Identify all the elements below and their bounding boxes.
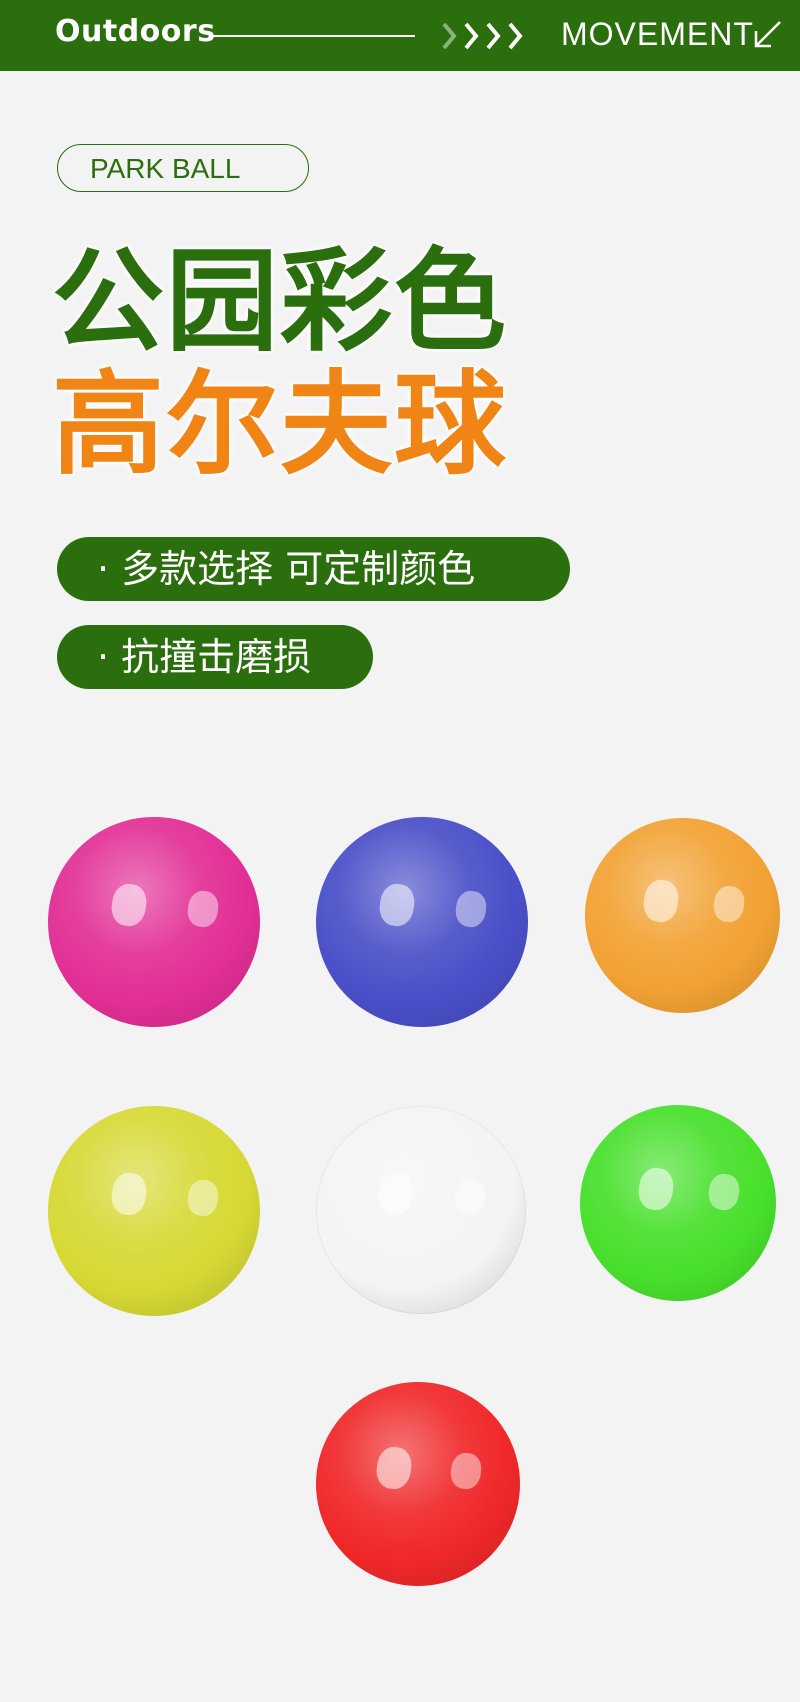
feature-pill: · 抗撞击磨损: [57, 625, 373, 689]
ball-pink: [48, 817, 260, 1027]
badge-label: PARK BALL: [90, 153, 241, 184]
title-line-1: 公园彩色: [52, 237, 508, 367]
ball-yellow-green: [48, 1106, 260, 1316]
ball-green: [580, 1105, 776, 1301]
ball-red: [316, 1382, 520, 1586]
arrow-down-left-icon: [754, 21, 781, 48]
feature-pill: · 多款选择 可定制颜色: [57, 537, 570, 601]
title-line-2: 高尔夫球: [52, 360, 508, 490]
header-bar: Outdoors MOVEMENT: [0, 0, 800, 71]
header-divider-line: [210, 35, 415, 37]
chevrons-right-icon: [442, 22, 523, 50]
ball-white: [316, 1106, 526, 1314]
ball-blue: [316, 817, 528, 1027]
ball-orange: [585, 818, 780, 1013]
park-ball-badge: PARK BALL: [57, 144, 309, 192]
section-label: MOVEMENT: [561, 16, 754, 52]
brand-label: Outdoors: [55, 14, 216, 49]
